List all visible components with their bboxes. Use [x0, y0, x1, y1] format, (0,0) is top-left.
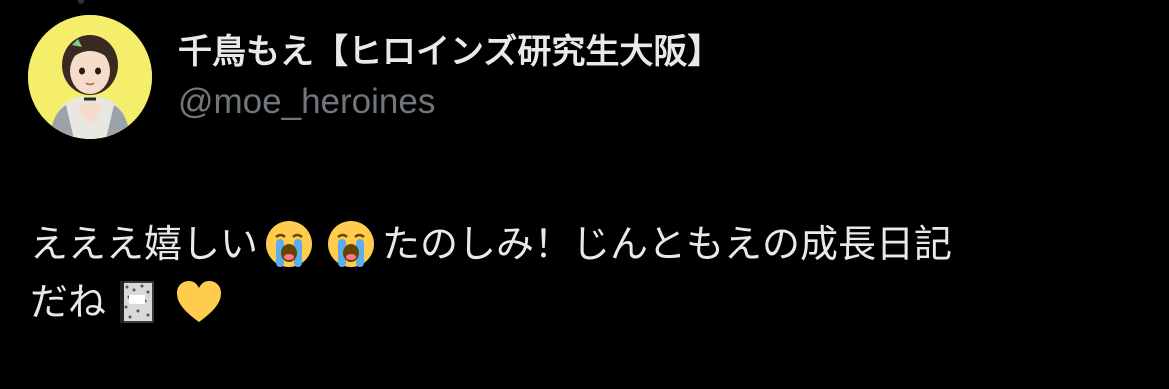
tweet-text-line-1: えええ嬉しい たのしみ！じんともえの成長日記 — [30, 215, 1140, 273]
yellow-heart-icon — [174, 277, 224, 327]
author-info: 千鳥もえ【ヒロインズ研究生大阪】 @moe_heroines — [178, 30, 721, 124]
display-name[interactable]: 千鳥もえ【ヒロインズ研究生大阪】 — [178, 30, 721, 74]
tweet-text-segment: たのしみ！じんともえの成長日記 — [382, 222, 953, 266]
tweet-text: えええ嬉しい たのしみ！じんともえの成長日記 だね — [30, 215, 1140, 331]
loudly-crying-face-icon — [326, 219, 376, 269]
avatar[interactable] — [28, 15, 152, 139]
loudly-crying-face-icon — [264, 219, 314, 269]
thread-connector — [78, 0, 84, 4]
tweet-card: 千鳥もえ【ヒロインズ研究生大阪】 @moe_heroines えええ嬉しい たの… — [0, 0, 1169, 389]
notebook-icon — [112, 277, 162, 327]
user-handle[interactable]: @moe_heroines — [178, 80, 721, 124]
tweet-text-segment: えええ嬉しい — [30, 222, 259, 266]
tweet-text-line-2: だね — [30, 273, 1140, 331]
tweet-text-segment: だね — [30, 280, 107, 324]
